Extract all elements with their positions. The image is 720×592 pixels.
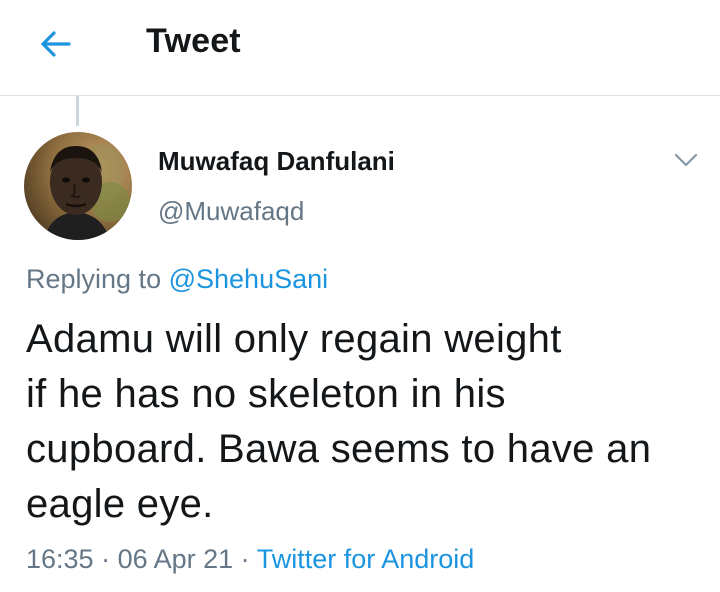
replying-to: Replying to @ShehuSani	[26, 264, 328, 295]
thread-connector-line	[76, 96, 79, 126]
meta-separator: ·	[233, 544, 257, 574]
author-display-name[interactable]: Muwafaq Danfulani	[158, 146, 395, 177]
tweet-metadata: 16:35 · 06 Apr 21 · Twitter for Android	[26, 544, 474, 575]
arrow-left-icon	[41, 31, 71, 57]
tweet-time[interactable]: 16:35	[26, 544, 94, 574]
tweet-text-line: eagle eye.	[26, 482, 214, 526]
back-button[interactable]	[32, 24, 80, 64]
page-title: Tweet	[146, 22, 241, 60]
tweet-menu-button[interactable]	[664, 140, 708, 180]
chevron-down-icon	[674, 153, 698, 167]
avatar[interactable]	[24, 132, 132, 240]
app-header: Tweet	[0, 0, 720, 96]
tweet-text-line: cupboard. Bawa seems to have an	[26, 427, 652, 471]
author-handle[interactable]: @Muwafaqd	[158, 196, 304, 227]
tweet-text: Adamu will only regain weight if he has …	[26, 312, 706, 532]
user-avatar	[24, 132, 132, 240]
meta-separator: ·	[93, 544, 118, 574]
replying-mention-link[interactable]: @ShehuSani	[169, 264, 329, 294]
tweet-date[interactable]: 06 Apr 21	[118, 544, 234, 574]
tweet-source-link[interactable]: Twitter for Android	[257, 544, 475, 574]
replying-prefix: Replying to	[26, 264, 162, 294]
tweet-text-line: Adamu will only regain weight	[26, 317, 562, 361]
tweet-text-line: if he has no skeleton in his	[26, 372, 506, 416]
